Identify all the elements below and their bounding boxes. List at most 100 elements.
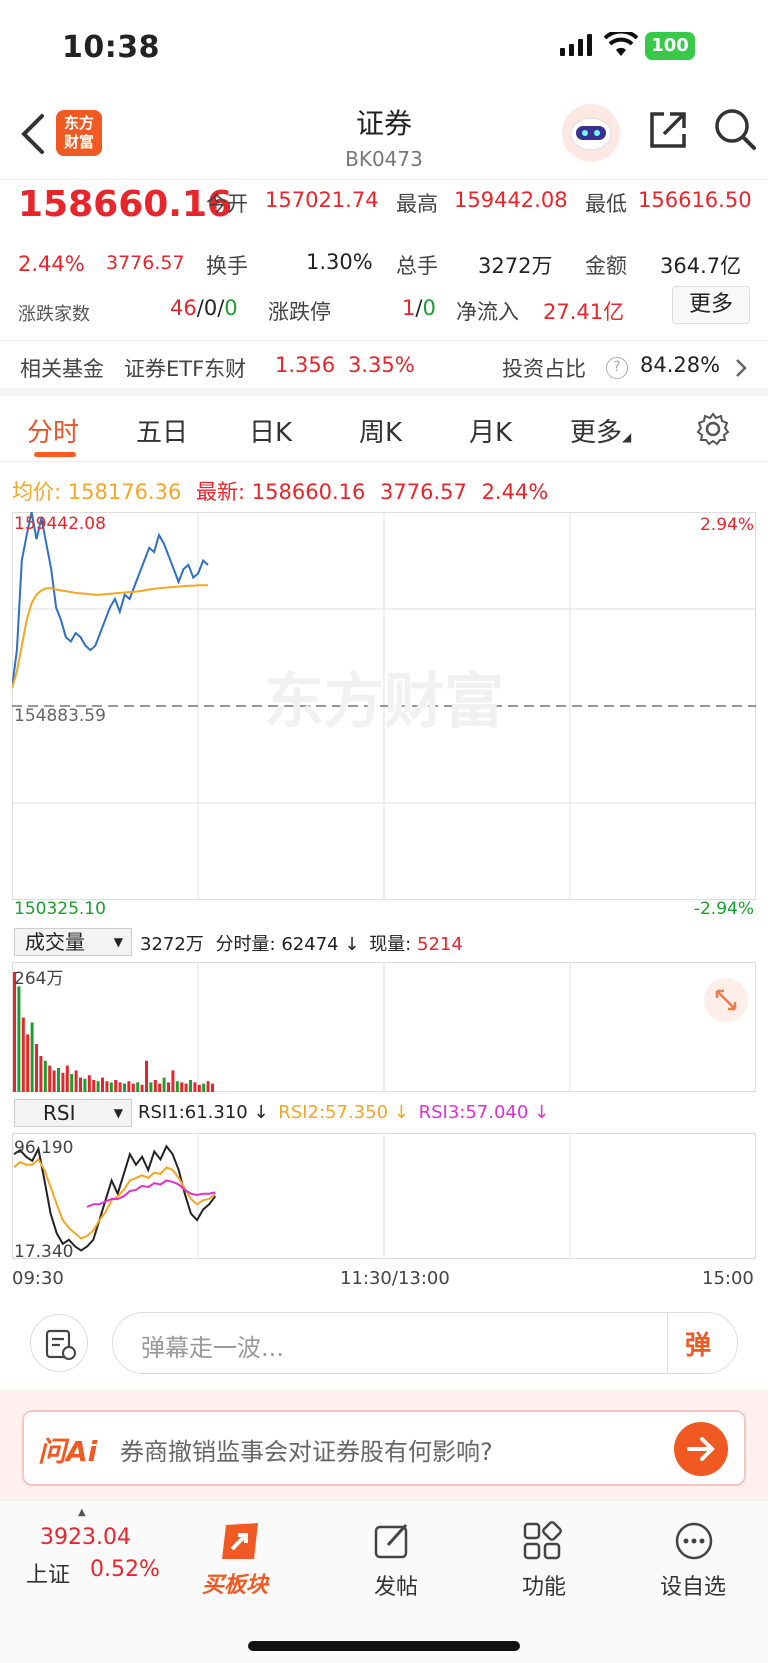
open-value: 157021.74 <box>265 188 379 212</box>
tab-add-watchlist[interactable]: 设自选 <box>650 1501 740 1611</box>
volume-bar <box>13 972 16 1092</box>
volume-total: 3272万 <box>140 934 204 955</box>
tab-more[interactable]: 更多◢ <box>570 412 631 449</box>
latest-change: 3776.57 <box>380 480 467 504</box>
volume-bar <box>184 1083 188 1092</box>
index-pct: 0.52% <box>90 1557 160 1582</box>
danmu-input[interactable]: 弹幕走一波... 弹 <box>112 1312 738 1374</box>
tab-daily-k[interactable]: 日K <box>249 412 292 449</box>
volume-bar <box>114 1080 118 1092</box>
volume-bar <box>83 1078 87 1092</box>
robot-avatar-icon[interactable] <box>562 104 620 162</box>
volume-bar <box>162 1077 166 1092</box>
settings-gear-icon[interactable] <box>696 412 730 450</box>
x-axis-start: 09:30 <box>12 1268 64 1289</box>
tab-post-label: 发帖 <box>374 1575 419 1600</box>
price-line <box>12 512 209 689</box>
volume-max-label: 264万 <box>14 969 63 989</box>
price-bot-label: 150325.10 <box>14 899 106 919</box>
chevron-right-icon <box>734 357 748 383</box>
volume-bar <box>167 1082 170 1092</box>
volume-bar <box>79 1077 82 1092</box>
ratio-value: 84.28% <box>640 353 721 377</box>
more-button[interactable]: 更多 <box>672 286 750 324</box>
tab-post[interactable]: 发帖 <box>350 1501 440 1611</box>
index-name: 上证 <box>26 1563 71 1588</box>
volume-indicator-select[interactable]: 成交量 ▼ <box>14 928 132 956</box>
volume-bar <box>35 1044 38 1092</box>
down-count: 0 <box>224 296 238 320</box>
volume-bar <box>21 1017 25 1092</box>
pct-top-label: 2.94% <box>700 515 754 535</box>
related-fund-row[interactable]: 相关基金 证券ETF东财 1.356 3.35% 投资占比 ? 84.28% <box>0 340 768 396</box>
latest-pct: 2.44% <box>481 480 549 504</box>
latest-label: 最新: <box>196 480 246 504</box>
inflow-value: 27.41亿 <box>543 300 625 324</box>
flat-count: 0 <box>203 296 218 320</box>
chart-info-line: 均价: 158176.36 最新: 158660.16 3776.57 2.44… <box>12 476 548 506</box>
price-top-label: 159442.08 <box>14 514 106 534</box>
volume-chart[interactable]: 264万 <box>12 962 756 1094</box>
more-dots-icon <box>674 1521 714 1565</box>
danmu-send-label: 弹 <box>685 1331 712 1361</box>
tab-functions[interactable]: 功能 <box>498 1501 588 1611</box>
volume-bar <box>202 1083 206 1092</box>
volume-bar <box>30 1022 34 1092</box>
volume-bar <box>197 1084 201 1092</box>
volume-bar <box>136 1082 140 1092</box>
volume-bar <box>96 1081 100 1092</box>
tab-intraday[interactable]: 分时 <box>27 412 79 449</box>
dropdown-arrow-icon: ▼ <box>113 1106 123 1120</box>
high-label: 最高 <box>396 192 438 216</box>
help-icon[interactable]: ? <box>606 357 628 379</box>
share-icon[interactable] <box>646 108 690 152</box>
down-arrow-icon: ↓ <box>344 934 360 955</box>
rsi-chart[interactable]: 96.190 17.340 <box>12 1133 756 1265</box>
inflow-label: 净流入 <box>456 300 519 324</box>
chart-watermark: 东方财富 <box>264 668 504 735</box>
tab-weekly-k[interactable]: 周K <box>359 412 402 449</box>
rsi1-value: RSI1:61.310 <box>138 1102 248 1123</box>
fund-price: 1.356 <box>275 353 336 377</box>
volume-bar <box>65 1065 69 1092</box>
ai-question-card[interactable]: 问Ai 券商撤销监事会对证券股有何影响? <box>22 1410 746 1486</box>
danmu-send-button[interactable]: 弹 <box>685 1325 711 1362</box>
change-pct: 2.44% <box>18 252 85 276</box>
grid-icon <box>522 1521 562 1565</box>
danmu-list-icon[interactable] <box>30 1314 88 1372</box>
volume-bar <box>92 1080 96 1092</box>
rsi-indicator-select[interactable]: RSI ▼ <box>14 1099 132 1127</box>
volume-bar <box>105 1081 109 1092</box>
rsi2-value: RSI2:57.350 <box>278 1102 389 1123</box>
x-axis-mid: 11:30/13:00 <box>340 1268 450 1289</box>
amount-value: 364.7亿 <box>660 254 742 278</box>
intraday-price-chart[interactable]: 东方财富 159442.08 154883.59 150325.10 2.94%… <box>12 512 756 924</box>
status-bar: 10:38 100 <box>0 0 768 92</box>
volume-bar <box>48 1065 52 1092</box>
volume-bar <box>131 1083 135 1092</box>
limit-up: 1 <box>402 296 416 320</box>
expand-icon[interactable] <box>704 978 748 1022</box>
edit-icon <box>372 1521 412 1565</box>
volume-label: 总手 <box>396 254 438 278</box>
tab-five-day[interactable]: 五日 <box>136 412 188 449</box>
tab-buy-sector[interactable]: 买板块 <box>200 1501 304 1611</box>
volume-bar <box>118 1082 122 1092</box>
danmu-placeholder: 弹幕走一波... <box>141 1334 284 1362</box>
rsi-info: RSI1:61.310 ↓ RSI2:57.350 ↓ RSI3:57.040 … <box>138 1102 550 1123</box>
index-ticker[interactable]: ▲ 3923.04 上证 0.52% <box>0 1501 170 1611</box>
fund-name: 证券ETF东财 <box>124 357 247 381</box>
volume-bar <box>175 1081 179 1092</box>
open-label: 今开 <box>206 192 248 216</box>
average-price-line <box>12 584 208 689</box>
search-icon[interactable] <box>712 106 758 152</box>
ai-brand: 问Ai <box>38 1435 98 1468</box>
arrow-right-icon[interactable] <box>674 1422 728 1476</box>
updown-values: 46/0/0 <box>170 296 238 320</box>
volume-bar <box>180 1082 184 1092</box>
limit-down: 0 <box>422 296 436 320</box>
volume-bar <box>189 1080 192 1092</box>
volume-bar <box>61 1072 65 1092</box>
volume-bar <box>57 1068 60 1092</box>
tab-monthly-k[interactable]: 月K <box>469 412 512 449</box>
